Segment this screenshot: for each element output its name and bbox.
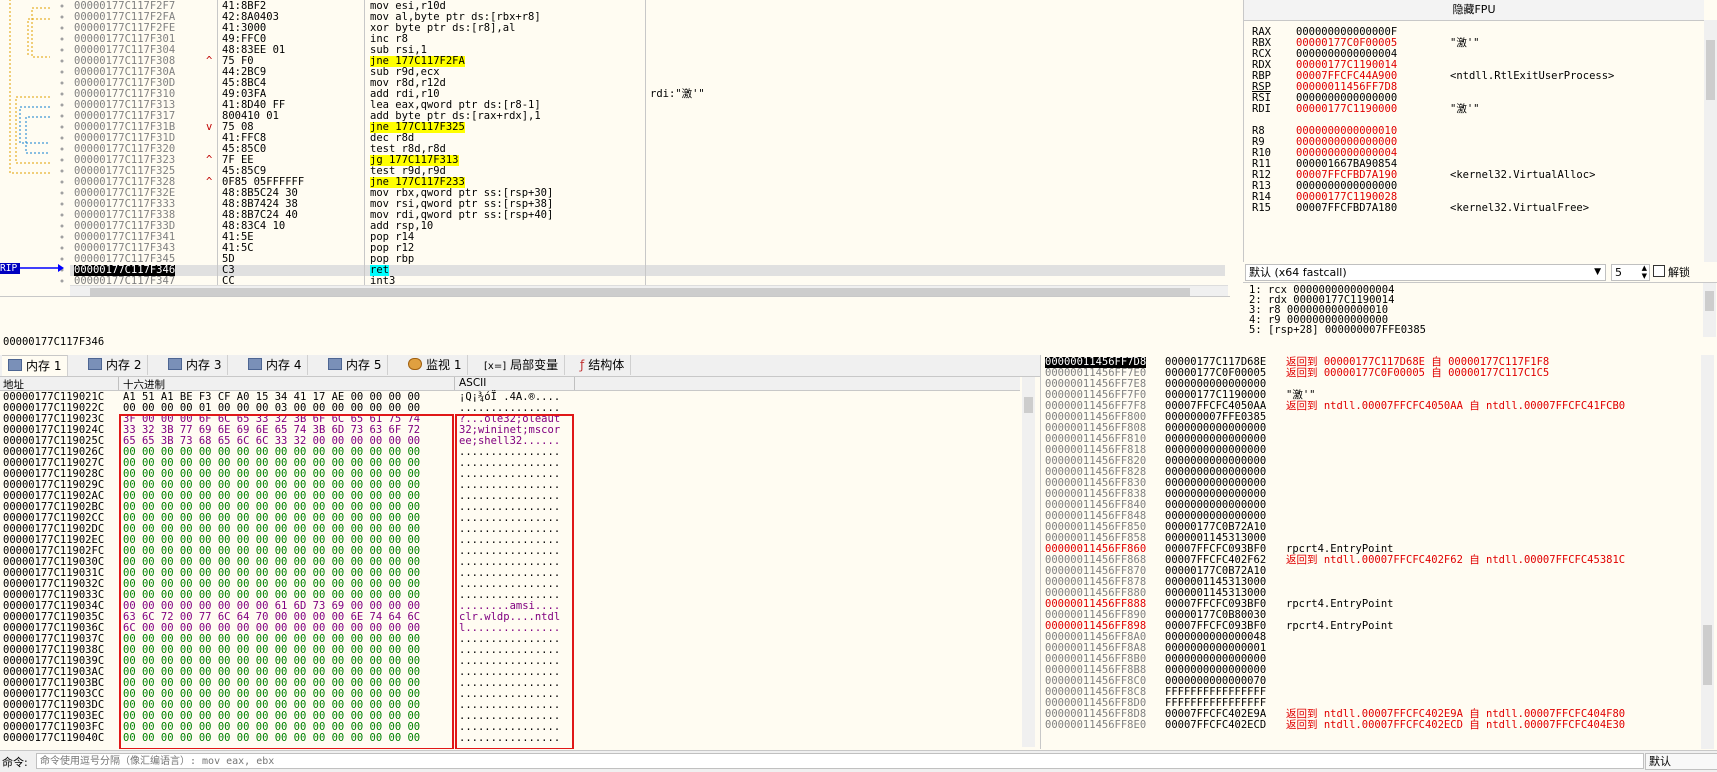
stack-comment: 返回到 ntdll.00007FFCFC402F62 自 ntdll.00007… xyxy=(1286,554,1626,566)
dump-vscrollbar[interactable] xyxy=(1022,377,1035,747)
struct-icon: ƒ xyxy=(580,358,585,372)
call-arg-row[interactable]: 5: [rsp+28] 000000007FFE0385 xyxy=(1249,325,1426,336)
callconv-select[interactable]: 默认 (x64 fastcall) ▼ xyxy=(1245,264,1606,281)
disasm-row[interactable]: 00000177C117F346 C3 ret xyxy=(70,265,1225,276)
tab-label: 内存 1 xyxy=(26,359,62,373)
hide-fpu-button[interactable]: 隐藏FPU xyxy=(1244,0,1704,21)
tab-locals[interactable]: [x=] 局部变量 xyxy=(478,355,566,375)
jump-direction-icon: ^ xyxy=(206,176,213,188)
command-bar: 命令: 默认 xyxy=(0,750,1717,772)
stack-value[interactable]: 00007FFCFC402ECD xyxy=(1165,720,1266,731)
memory-icon xyxy=(8,359,22,371)
register-comment: "激'" xyxy=(1450,37,1480,49)
stack-vscrollbar[interactable] xyxy=(1701,355,1714,749)
command-input[interactable] xyxy=(36,753,1644,769)
jump-direction-icon: ^ xyxy=(206,154,213,166)
unlock-label: 解锁 xyxy=(1668,266,1690,279)
rip-label: RIP xyxy=(0,263,20,274)
tab-label: 局部变量 xyxy=(510,358,559,372)
tab-label: 监视 1 xyxy=(426,358,462,372)
memory-dump-panel[interactable]: 地址 十六进制 ASCII 00000177C119021C A1 51 A1 B… xyxy=(0,377,1038,749)
stack-comment: 返回到 ntdll.00007FFCFC402ECD 自 ntdll.00007… xyxy=(1286,719,1626,731)
arg-count-spinner[interactable]: 5 ▲ ▼ xyxy=(1611,264,1650,281)
command-label: 命令: xyxy=(2,756,28,769)
unlock-checkbox[interactable]: 解锁 xyxy=(1653,265,1690,280)
tab-memory-3[interactable]: 内存 3 xyxy=(162,355,229,375)
spinner-arrows-icon: ▲ ▼ xyxy=(1641,264,1647,280)
jump-arrows xyxy=(9,0,64,283)
variable-icon: [x=] xyxy=(484,361,507,372)
checkbox-icon xyxy=(1653,265,1665,277)
register-comment: <kernel32.VirtualFree> xyxy=(1450,202,1590,214)
current-address-label: 00000177C117F346 xyxy=(3,336,105,348)
dump-address: 00000177C119040C xyxy=(3,732,105,744)
tab-label: 内存 2 xyxy=(106,358,142,372)
disasm-row[interactable]: 00000177C117F345 5D pop rbp xyxy=(70,254,1225,265)
memory-icon xyxy=(88,358,102,370)
chevron-down-icon: ▼ xyxy=(1594,267,1601,277)
arg-count-value: 5 xyxy=(1615,266,1622,279)
tab-memory-5[interactable]: 内存 5 xyxy=(322,355,389,375)
disasm-row[interactable]: 00000177C117F343 41:5C pop r12 xyxy=(70,243,1225,254)
tab-label: 内存 4 xyxy=(266,358,302,372)
tab-structs[interactable]: ƒ 结构体 xyxy=(574,355,632,375)
disassembly-panel[interactable]: RIP 00000177C117F2F7 41:8BF2 mov esi,r10d 0… xyxy=(0,0,1230,297)
stack-comment: 返回到 00000177C0F00005 自 00000177C117C1C5 xyxy=(1286,367,1550,379)
command-mode-value: 默认 xyxy=(1649,755,1671,768)
watch-icon xyxy=(408,358,422,370)
col-ascii[interactable]: ASCII xyxy=(459,377,486,389)
args-vscrollbar[interactable] xyxy=(1703,283,1716,337)
registers-panel[interactable]: 隐藏FPU RAX 000000000000000F RBX 00000177C0F0… xyxy=(1243,0,1717,263)
ascii-highlight-box xyxy=(455,414,574,749)
col-hex[interactable]: 十六进制 xyxy=(123,377,165,392)
hex-highlight-box xyxy=(119,414,454,749)
command-mode-select[interactable]: 默认 xyxy=(1645,753,1717,770)
tab-watch-1[interactable]: 监视 1 xyxy=(402,355,469,375)
jump-direction-icon: ^ xyxy=(206,55,213,67)
tab-memory-1[interactable]: 内存 1 xyxy=(2,355,69,376)
tab-label: 内存 3 xyxy=(186,358,222,372)
bottom-tab-bar: 内存 1 内存 2 内存 3 内存 4 内存 5 监视 1 [x=] 局部变量 ƒ… xyxy=(0,355,1040,377)
jump-direction-icon: v xyxy=(206,121,213,133)
stack-comment: 返回到 ntdll.00007FFCFC4050AA 自 ntdll.00007… xyxy=(1286,400,1626,412)
callconv-bar: 默认 (x64 fastcall) ▼ 5 ▲ ▼ 解锁 xyxy=(1243,262,1717,282)
memory-icon xyxy=(168,358,182,370)
register-name: R15 xyxy=(1252,202,1271,214)
stack-address: 00000011456FF8E0 xyxy=(1045,719,1147,731)
register-value[interactable]: 00000177C1190000 xyxy=(1296,103,1397,115)
dump-header: 地址 十六进制 ASCII xyxy=(0,377,1020,391)
tab-label: 内存 5 xyxy=(346,358,382,372)
disasm-comment: rdi:"激'" xyxy=(650,88,705,100)
stack-comment: rpcrt4.EntryPoint xyxy=(1286,620,1394,632)
registers-vscrollbar[interactable] xyxy=(1704,20,1717,263)
register-comment: <ntdll.RtlExitUserProcess> xyxy=(1450,70,1615,82)
tab-label: 结构体 xyxy=(588,358,625,372)
stack-comment: rpcrt4.EntryPoint xyxy=(1286,598,1394,610)
memory-icon xyxy=(248,358,262,370)
call-args-panel[interactable]: 1: rcx 0000000000000004 2: rdx 00000177C1… xyxy=(1243,282,1717,337)
col-address[interactable]: 地址 xyxy=(3,377,24,392)
register-comment: <kernel32.VirtualAlloc> xyxy=(1450,169,1596,181)
register-comment: "激'" xyxy=(1450,103,1480,115)
tab-memory-4[interactable]: 内存 4 xyxy=(242,355,309,375)
callconv-value: 默认 (x64 fastcall) xyxy=(1249,266,1347,279)
memory-icon xyxy=(328,358,342,370)
disasm-hscrollbar[interactable] xyxy=(70,285,1228,296)
register-value[interactable]: 00007FFCFBD7A180 xyxy=(1296,202,1397,214)
register-name: RDI xyxy=(1252,103,1271,115)
stack-panel[interactable]: 00000011456FF7D8 00000177C117D68E 返回到 0000… xyxy=(1040,355,1717,749)
tab-memory-2[interactable]: 内存 2 xyxy=(82,355,149,375)
